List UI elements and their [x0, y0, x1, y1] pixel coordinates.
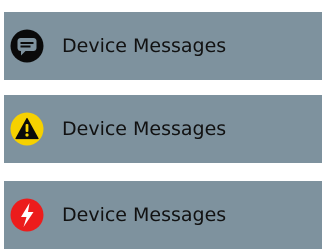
device-messages-item[interactable]: Device Messages [4, 12, 322, 80]
warning-icon [10, 112, 44, 146]
device-messages-label: Device Messages [62, 118, 227, 140]
lightning-icon [10, 198, 44, 232]
device-messages-item[interactable]: Device Messages [4, 95, 322, 163]
device-messages-label: Device Messages [62, 35, 227, 57]
message-icon [10, 29, 44, 63]
device-messages-label: Device Messages [62, 204, 227, 226]
device-messages-item[interactable]: Device Messages [4, 181, 322, 249]
